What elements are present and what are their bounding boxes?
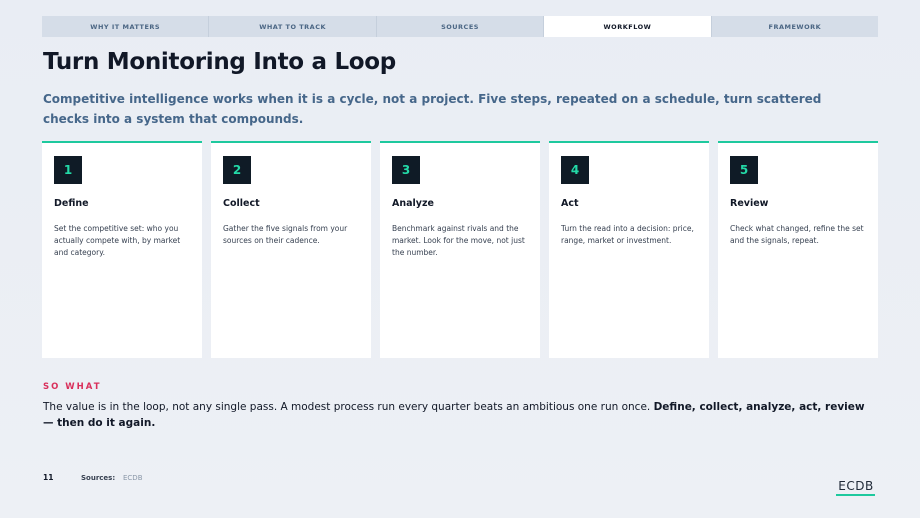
step-description: Check what changed, refine the set and t…	[730, 224, 864, 245]
tab-framework[interactable]: FRAMEWORK	[712, 16, 878, 37]
page-subtitle: Competitive intelligence works when it i…	[43, 92, 822, 126]
step-card-analyze: 3 Analyze Benchmark against rivals and t…	[380, 141, 540, 358]
sources-label: Sources:	[81, 474, 116, 482]
ecdb-logo: ECDB	[838, 479, 874, 493]
sources-value: ECDB	[123, 474, 143, 482]
tab-what-to-track[interactable]: WHAT TO TRACK	[209, 16, 377, 37]
page-title: Turn Monitoring Into a Loop	[43, 49, 396, 75]
step-number-badge: 3	[392, 156, 420, 184]
tab-workflow[interactable]: WORKFLOW	[544, 16, 712, 37]
step-description: Gather the five signals from your source…	[223, 224, 348, 245]
workflow-steps: 1 Define Set the competitive set: who yo…	[42, 141, 878, 358]
step-number-badge: 2	[223, 156, 251, 184]
step-card-collect: 2 Collect Gather the five signals from y…	[211, 141, 371, 358]
step-description: Benchmark against rivals and the market.…	[392, 224, 525, 257]
step-description: Set the competitive set: who you actuall…	[54, 224, 181, 257]
so-what-text: The value is in the loop, not any single…	[43, 399, 873, 431]
step-card-review: 5 Review Check what changed, refine the …	[718, 141, 878, 358]
so-what-body: The value is in the loop, not any single…	[43, 401, 654, 413]
page-number: 11	[43, 473, 54, 482]
step-title: Define	[54, 198, 89, 209]
step-title: Review	[730, 198, 769, 209]
step-description: Turn the read into a decision: price, ra…	[561, 224, 694, 245]
step-title: Act	[561, 198, 579, 209]
step-number-badge: 5	[730, 156, 758, 184]
step-number-badge: 1	[54, 156, 82, 184]
tab-sources[interactable]: SOURCES	[377, 16, 545, 37]
step-number-badge: 4	[561, 156, 589, 184]
tab-why-it-matters[interactable]: WHY IT MATTERS	[42, 16, 210, 37]
step-card-act: 4 Act Turn the read into a decision: pri…	[549, 141, 709, 358]
step-title: Analyze	[392, 198, 434, 209]
logo-underline	[836, 494, 875, 496]
so-what-label: SO WHAT	[43, 382, 102, 392]
step-card-define: 1 Define Set the competitive set: who yo…	[42, 141, 202, 358]
step-title: Collect	[223, 198, 260, 209]
section-tabs: WHY IT MATTERS WHAT TO TRACK SOURCES WOR…	[42, 16, 878, 37]
